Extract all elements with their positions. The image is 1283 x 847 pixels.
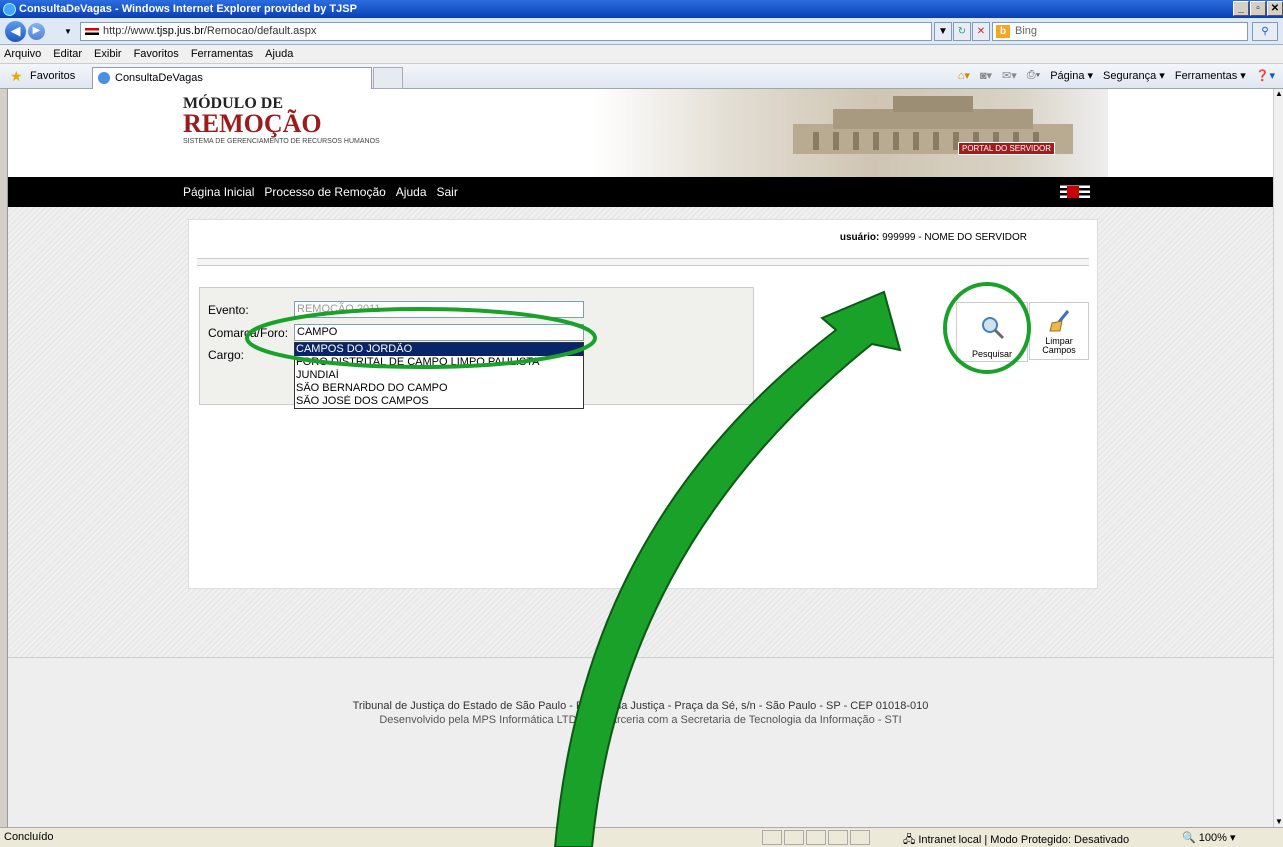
bing-icon: b [996, 25, 1010, 38]
scroll-up-icon[interactable]: ▲ [1274, 89, 1283, 99]
nav-sair[interactable]: Sair [437, 185, 458, 199]
search-input[interactable]: b Bing [992, 22, 1248, 41]
status-cells [762, 830, 870, 845]
url-input[interactable]: http://www.tjsp.jus.br/Remocao/default.a… [80, 22, 932, 41]
scroll-down-icon[interactable]: ▼ [1274, 817, 1283, 827]
command-bar: ⌂▾ ◙▾ ✉▾ ⎙▾ Página ▾ Segurança ▾ Ferrame… [958, 69, 1275, 82]
back-button[interactable]: ◀ [5, 21, 26, 42]
tab-consultadevagas[interactable]: ConsultaDeVagas [92, 67, 372, 89]
menu-bar: Arquivo Editar Exibir Favoritos Ferramen… [0, 45, 1283, 64]
window-title-bar: ConsultaDeVagas - Windows Internet Explo… [0, 0, 1283, 18]
cmd-seguranca[interactable]: Segurança ▾ [1103, 69, 1165, 82]
url-path: /Remocao/default.aspx [203, 25, 317, 37]
url-dropdown-icon[interactable]: ▼ [934, 22, 952, 41]
main-content: usuário: 999999 - NOME DO SERVIDOR Event… [188, 219, 1098, 589]
status-bar: Concluído 🖧 Intranet local | Modo Proteg… [0, 827, 1283, 847]
window-title: ConsultaDeVagas - Windows Internet Explo… [19, 3, 357, 15]
comarca-input[interactable]: CAMPO [294, 324, 584, 341]
search-icon[interactable]: ⚲ [1252, 22, 1278, 41]
new-tab-button[interactable] [373, 67, 403, 89]
mail-icon[interactable]: ✉▾ [1002, 69, 1017, 82]
evento-label: Evento: [208, 303, 249, 317]
footer-credits: Desenvolvido pela MPS Informática LTDA e… [379, 714, 902, 726]
tab-title: ConsultaDeVagas [115, 72, 203, 84]
cmd-ferramentas[interactable]: Ferramentas ▾ [1175, 69, 1246, 82]
favorites-button[interactable]: Favoritos [30, 70, 75, 82]
autocomplete-option[interactable]: FORO DISTRITAL DE CAMPO LIMPO PAULISTA [295, 356, 583, 369]
feeds-icon[interactable]: ◙▾ [980, 69, 992, 82]
site-navbar: Página Inicial Processo de Remoção Ajuda… [8, 177, 1273, 207]
menu-exibir[interactable]: Exibir [94, 48, 122, 60]
history-dropdown-icon[interactable]: ▼ [64, 27, 72, 36]
vertical-scrollbar[interactable]: ▲ ▼ [1273, 89, 1283, 827]
portal-servidor-badge[interactable]: PORTAL DO SERVIDOR [958, 142, 1056, 155]
module-subtitle: SISTEMA DE GERENCIAMENTO DE RECURSOS HUM… [183, 138, 380, 145]
site-footer: Tribunal de Justiça do Estado de São Pau… [8, 657, 1273, 827]
footer-address: Tribunal de Justiça do Estado de São Pau… [352, 700, 929, 712]
site-header: MÓDULO DE REMOÇÃO SISTEMA DE GERENCIAMEN… [8, 89, 1273, 177]
pesquisar-label: Pesquisar [971, 349, 1013, 359]
favorites-star-icon[interactable]: ★ [10, 69, 23, 83]
autocomplete-option[interactable]: SÃO BERNARDO DO CAMPO [295, 382, 583, 395]
status-text: Concluído [4, 831, 54, 843]
menu-ajuda[interactable]: Ajuda [265, 48, 293, 60]
window-left-edge [0, 89, 8, 827]
help-icon[interactable]: ❓▾ [1256, 69, 1275, 82]
broom-icon [1049, 310, 1070, 332]
minimize-button[interactable]: _ [1233, 1, 1249, 16]
user-label: usuário: [839, 232, 880, 243]
cargo-label: Cargo: [208, 348, 245, 362]
nav-ajuda[interactable]: Ajuda [396, 185, 427, 199]
tab-ie-icon [98, 72, 110, 84]
pesquisar-button[interactable]: Pesquisar [956, 302, 1028, 362]
evento-field: REMOÇÃO 2011 [294, 301, 584, 318]
divider [197, 258, 1089, 266]
search-placeholder: Bing [1015, 25, 1038, 37]
user-info: usuário: 999999 - NOME DO SERVIDOR [840, 232, 1027, 243]
forward-button[interactable]: ▶ [28, 23, 45, 40]
sao-paulo-flag-icon [1060, 183, 1090, 201]
comarca-label: Comarca/Foro: [208, 326, 289, 340]
favorites-bar: ★ Favoritos ConsultaDeVagas ⌂▾ ◙▾ ✉▾ ⎙▾ … [0, 64, 1283, 89]
autocomplete-option[interactable]: JUNDIAÍ [295, 369, 583, 382]
cmd-pagina[interactable]: Página ▾ [1050, 69, 1093, 82]
home-icon[interactable]: ⌂▾ [958, 69, 970, 82]
comarca-autocomplete-list: CAMPOS DO JORDÃO FORO DISTRITAL DE CAMPO… [294, 342, 584, 409]
url-domain: tjsp.jus.br [156, 25, 204, 37]
user-value: 999999 - NOME DO SERVIDOR [882, 232, 1027, 243]
print-icon[interactable]: ⎙▾ [1027, 69, 1040, 82]
address-bar: ◀ ▶ ▼ http://www.tjsp.jus.br/Remocao/def… [0, 18, 1283, 45]
maximize-button[interactable]: ▫ [1250, 1, 1266, 16]
url-prefix: http://www. [103, 25, 157, 37]
zoom-level: 100% [1198, 832, 1227, 844]
stop-icon[interactable]: ✕ [972, 22, 990, 41]
window-controls: _ ▫ ✕ [1233, 1, 1283, 16]
ie-icon [3, 2, 16, 16]
page-viewport: MÓDULO DE REMOÇÃO SISTEMA DE GERENCIAMEN… [8, 89, 1273, 827]
menu-editar[interactable]: Editar [53, 48, 82, 60]
module-title-line2: REMOÇÃO [183, 109, 322, 138]
menu-arquivo[interactable]: Arquivo [4, 48, 41, 60]
menu-ferramentas[interactable]: Ferramentas [191, 48, 253, 60]
limpar-label: Limpar Campos [1042, 336, 1076, 355]
refresh-icon[interactable]: ↻ [953, 22, 971, 41]
limpar-campos-button[interactable]: Limpar Campos [1029, 302, 1089, 360]
security-zone-text: Intranet local | Modo Protegido: Desativ… [918, 834, 1130, 846]
security-zone[interactable]: 🖧 Intranet local | Modo Protegido: Desat… [903, 831, 1129, 847]
zoom-control[interactable]: 🔍 100% ▾ [1182, 831, 1235, 844]
autocomplete-option[interactable]: SÃO JOSÉ DOS CAMPOS [295, 395, 583, 408]
site-favicon-icon [85, 28, 99, 35]
nav-pagina-inicial[interactable]: Página Inicial [183, 185, 254, 199]
close-button[interactable]: ✕ [1267, 1, 1283, 16]
magnifier-icon [982, 317, 1005, 340]
nav-processo-remocao[interactable]: Processo de Remoção [264, 185, 385, 199]
header-banner: MÓDULO DE REMOÇÃO SISTEMA DE GERENCIAMEN… [173, 89, 1108, 177]
menu-favoritos[interactable]: Favoritos [134, 48, 179, 60]
search-form: Evento: REMOÇÃO 2011 Comarca/Foro: CAMPO… [199, 287, 754, 409]
autocomplete-option[interactable]: CAMPOS DO JORDÃO [295, 343, 583, 356]
